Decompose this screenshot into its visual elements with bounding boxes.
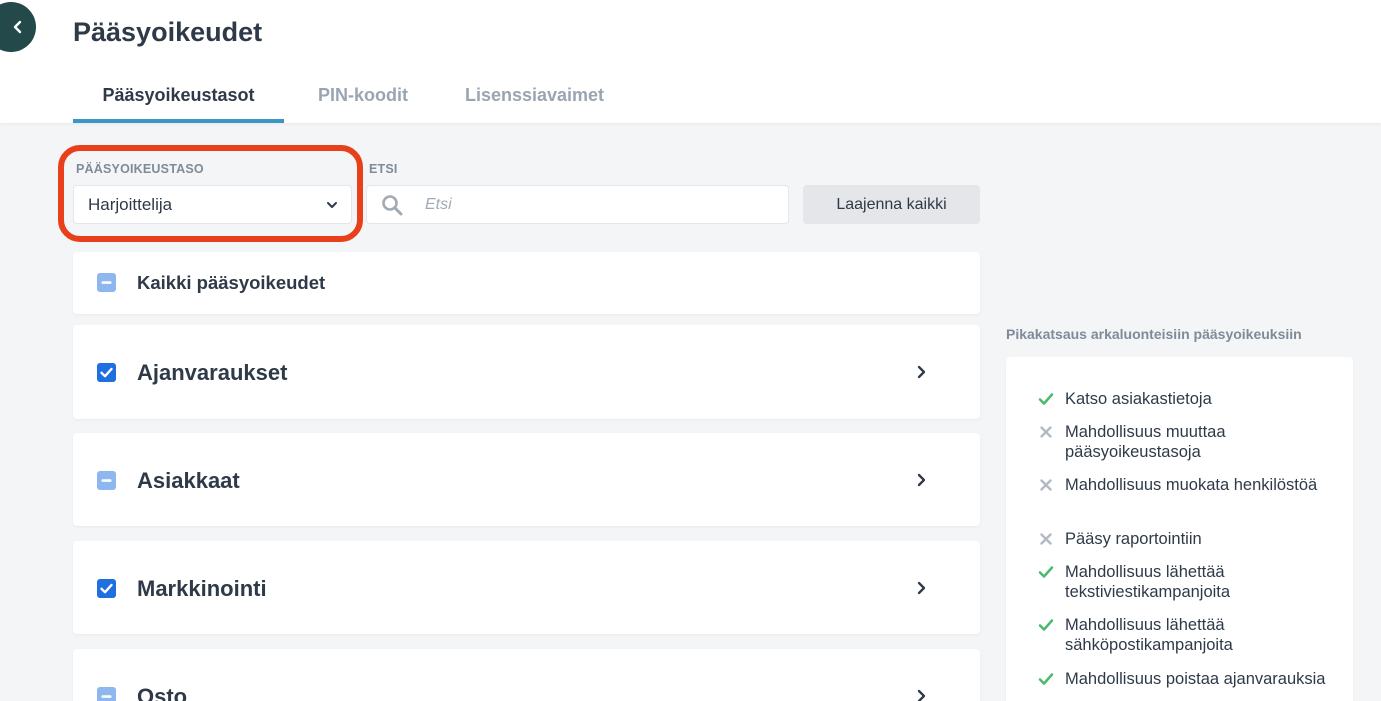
permission-item: Mahdollisuus muuttaa pääsyoikeustasoja [1038, 422, 1338, 462]
tab-pin-codes[interactable]: PIN-koodit [303, 82, 423, 123]
tab-bar: Pääsyoikeustasot PIN-koodit Lisenssiavai… [73, 82, 622, 123]
all-permissions-row[interactable]: Kaikki pääsyoikeudet [73, 252, 980, 314]
search-label: ETSI [369, 162, 398, 176]
search-input[interactable] [425, 186, 780, 223]
permission-text: Katso asiakastietoja [1065, 390, 1212, 408]
category-row-appointments[interactable]: Ajanvaraukset [73, 325, 980, 419]
partial-checkbox-icon[interactable] [97, 687, 116, 701]
search-icon [382, 195, 403, 216]
partial-checkbox-icon[interactable] [97, 471, 116, 490]
permission-text: Mahdollisuus muokata henkilöstöä [1065, 476, 1318, 494]
sensitive-permissions-heading: Pikakatsaus arkaluonteisiin pääsyoikeuks… [1006, 326, 1302, 342]
access-level-select[interactable]: Harjoittelija [73, 185, 352, 224]
expand-all-button[interactable]: Laajenna kaikki [803, 185, 980, 224]
page-title: Pääsyoikeudet [73, 17, 263, 47]
category-row-purchasing[interactable]: Osto [73, 649, 980, 701]
chevron-right-icon[interactable] [915, 364, 929, 380]
cross-icon [1040, 426, 1052, 438]
back-button[interactable] [0, 2, 36, 52]
cross-icon [1040, 533, 1052, 545]
check-icon [1038, 619, 1054, 631]
check-icon [1038, 566, 1054, 578]
permission-text: Mahdollisuus muuttaa pääsyoikeustasoja [1065, 423, 1226, 461]
check-icon [1038, 673, 1054, 685]
partial-checkbox-icon[interactable] [97, 273, 116, 292]
all-permissions-label: Kaikki pääsyoikeudet [137, 272, 326, 293]
chevron-down-icon [327, 202, 337, 208]
chevron-right-icon[interactable] [915, 688, 929, 701]
category-row-customers[interactable]: Asiakkaat [73, 433, 980, 526]
chevron-right-icon[interactable] [915, 580, 929, 596]
checked-checkbox-icon[interactable] [97, 363, 116, 382]
category-row-marketing[interactable]: Markkinointi [73, 541, 980, 634]
access-level-value: Harjoittelija [88, 194, 173, 214]
top-bar: Pääsyoikeudet Pääsyoikeustasot PIN-koodi… [0, 0, 1381, 123]
permission-text: Pääsy raportointiin [1065, 530, 1202, 548]
access-level-label: PÄÄSYOIKEUSTASO [76, 162, 204, 176]
permission-text: Mahdollisuus lähettää tekstiviestikampan… [1065, 563, 1231, 601]
category-label: Asiakkaat [137, 468, 240, 493]
sensitive-permissions-panel: Katso asiakastietoja Mahdollisuus muutta… [1006, 357, 1353, 701]
permission-item: Mahdollisuus lähettää sähköpostikampanjo… [1038, 615, 1338, 655]
cross-icon [1040, 479, 1052, 491]
permission-item: Mahdollisuus muokata henkilöstöä [1038, 475, 1338, 495]
chevron-left-icon [13, 20, 22, 34]
permission-text: Mahdollisuus lähettää sähköpostikampanjo… [1065, 616, 1233, 654]
search-box[interactable] [366, 185, 789, 224]
permission-item: Katso asiakastietoja [1038, 389, 1338, 409]
category-label: Markkinointi [137, 576, 267, 601]
permission-text: Mahdollisuus poistaa ajanvarauksia [1065, 670, 1326, 688]
tab-access-levels[interactable]: Pääsyoikeustasot [73, 82, 284, 123]
category-label: Osto [137, 684, 188, 701]
category-label: Ajanvaraukset [137, 360, 288, 385]
chevron-right-icon[interactable] [915, 472, 929, 488]
permission-item: Mahdollisuus poistaa ajanvarauksia [1038, 669, 1338, 689]
permission-item: Pääsy raportointiin [1038, 529, 1338, 549]
tab-license-keys[interactable]: Lisenssiavaimet [447, 82, 622, 123]
check-icon [1038, 393, 1054, 405]
checked-checkbox-icon[interactable] [97, 579, 116, 598]
permission-item: Mahdollisuus lähettää tekstiviestikampan… [1038, 562, 1338, 602]
